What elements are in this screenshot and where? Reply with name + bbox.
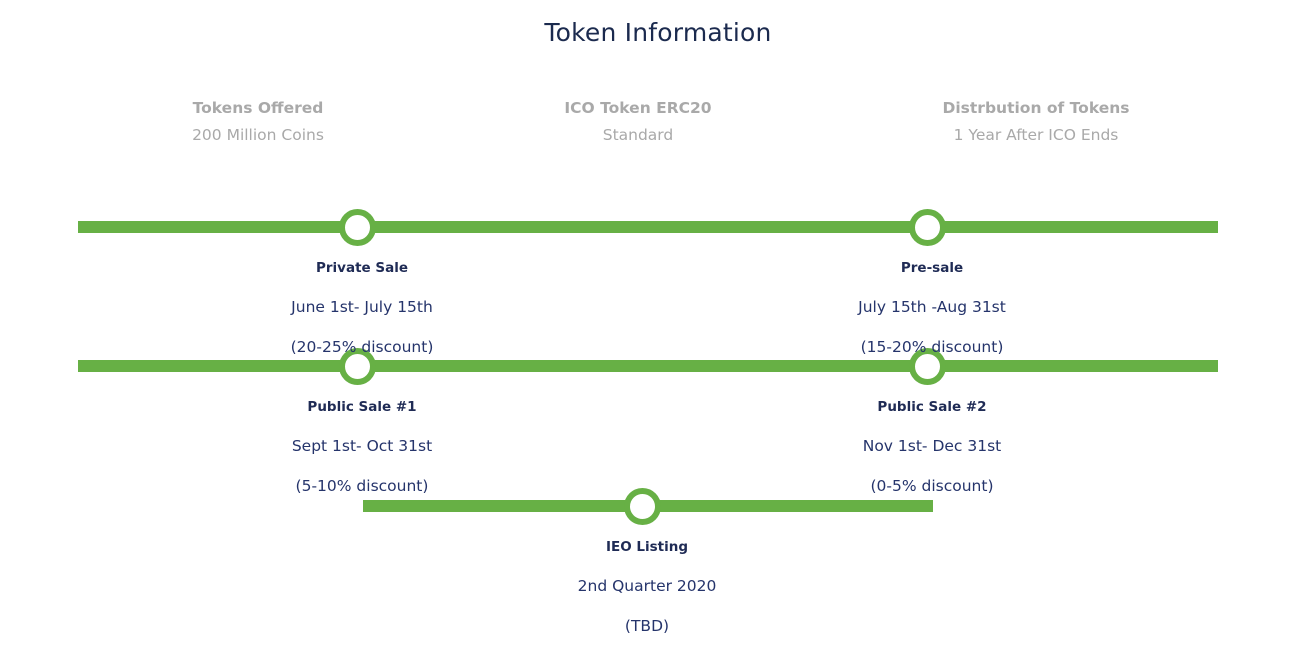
milestone-private-sale: Private Sale June 1st- July 15th (20-25%… xyxy=(212,258,512,358)
milestone-note: (5-10% discount) xyxy=(295,477,429,495)
info-heading: Distrbution of Tokens xyxy=(942,99,1130,117)
milestone-note: (TBD) xyxy=(624,617,670,635)
timeline-node-ieo-listing xyxy=(624,488,661,525)
info-value: 200 Million Coins xyxy=(192,126,324,144)
milestone-name: Private Sale xyxy=(315,260,408,276)
milestone-dates: Sept 1st- Oct 31st xyxy=(291,437,433,455)
info-heading: Tokens Offered xyxy=(192,99,324,117)
milestone-dates: Nov 1st- Dec 31st xyxy=(862,437,1002,455)
page-title: Token Information xyxy=(544,18,772,47)
milestone-pre-sale: Pre-sale July 15th -Aug 31st (15-20% dis… xyxy=(782,258,1082,358)
info-tokens-offered: Tokens Offered 200 Million Coins xyxy=(108,97,408,146)
milestone-name: Pre-sale xyxy=(900,260,964,276)
milestone-note: (15-20% discount) xyxy=(860,338,1004,356)
info-heading: ICO Token ERC20 xyxy=(564,99,712,117)
milestone-dates: July 15th -Aug 31st xyxy=(858,298,1006,316)
info-value: Standard xyxy=(602,126,674,144)
milestone-public-sale-1: Public Sale #1 Sept 1st- Oct 31st (5-10%… xyxy=(212,397,512,497)
milestone-note: (20-25% discount) xyxy=(290,338,434,356)
milestone-name: Public Sale #2 xyxy=(877,399,987,415)
milestone-name: Public Sale #1 xyxy=(307,399,417,415)
milestone-dates: June 1st- July 15th xyxy=(291,298,433,316)
info-value: 1 Year After ICO Ends xyxy=(953,126,1119,144)
milestone-ieo-listing: IEO Listing 2nd Quarter 2020 (TBD) xyxy=(497,537,797,637)
milestone-note: (0-5% discount) xyxy=(870,477,994,495)
timeline-node-pre-sale xyxy=(909,209,946,246)
milestone-name: IEO Listing xyxy=(605,539,689,555)
timeline-node-private-sale xyxy=(339,209,376,246)
milestone-public-sale-2: Public Sale #2 Nov 1st- Dec 31st (0-5% d… xyxy=(782,397,1082,497)
info-distribution: Distrbution of Tokens 1 Year After ICO E… xyxy=(886,97,1186,146)
info-ico-token: ICO Token ERC20 Standard xyxy=(488,97,788,146)
milestone-dates: 2nd Quarter 2020 xyxy=(577,577,717,595)
